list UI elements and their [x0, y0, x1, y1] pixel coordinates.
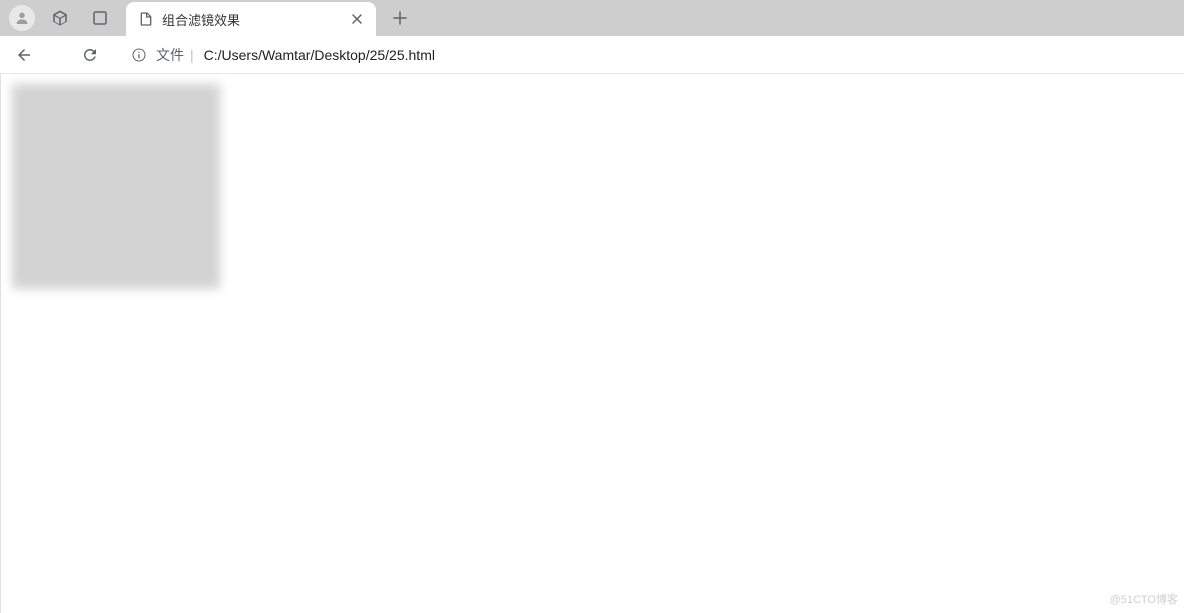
profile-button[interactable] — [6, 2, 38, 34]
tab-overview-button[interactable] — [86, 4, 114, 32]
watermark: @51CTO博客 — [1110, 591, 1178, 607]
square-icon — [91, 9, 109, 27]
url-input[interactable]: 文件 | C:/Users/Wamtar/Desktop/25/25.html — [118, 40, 1176, 70]
new-tab-button[interactable] — [386, 4, 414, 32]
reload-button[interactable] — [74, 39, 106, 71]
profile-avatar — [9, 5, 35, 31]
url-path: C:/Users/Wamtar/Desktop/25/25.html — [204, 47, 1164, 63]
workspaces-button[interactable] — [46, 4, 74, 32]
page-content — [0, 74, 1184, 299]
browser-tab[interactable]: 组合滤镜效果 — [126, 2, 376, 36]
address-bar: 文件 | C:/Users/Wamtar/Desktop/25/25.html — [0, 36, 1184, 74]
info-icon — [131, 47, 147, 63]
arrow-left-icon — [15, 46, 33, 64]
page-border — [0, 74, 1, 613]
document-icon — [138, 11, 154, 27]
cube-icon — [51, 9, 69, 27]
url-scheme-label: 文件 — [156, 45, 184, 65]
tab-close-button[interactable] — [348, 10, 366, 28]
site-info-button[interactable] — [130, 46, 148, 64]
tab-favicon — [138, 11, 154, 27]
tab-title: 组合滤镜效果 — [162, 10, 340, 29]
person-icon — [14, 10, 30, 26]
filtered-image-box — [12, 84, 220, 289]
url-separator: | — [190, 47, 194, 63]
back-button[interactable] — [8, 39, 40, 71]
reload-icon — [81, 46, 99, 64]
close-icon — [352, 14, 362, 24]
tab-strip: 组合滤镜效果 — [0, 0, 1184, 36]
plus-icon — [393, 11, 407, 25]
